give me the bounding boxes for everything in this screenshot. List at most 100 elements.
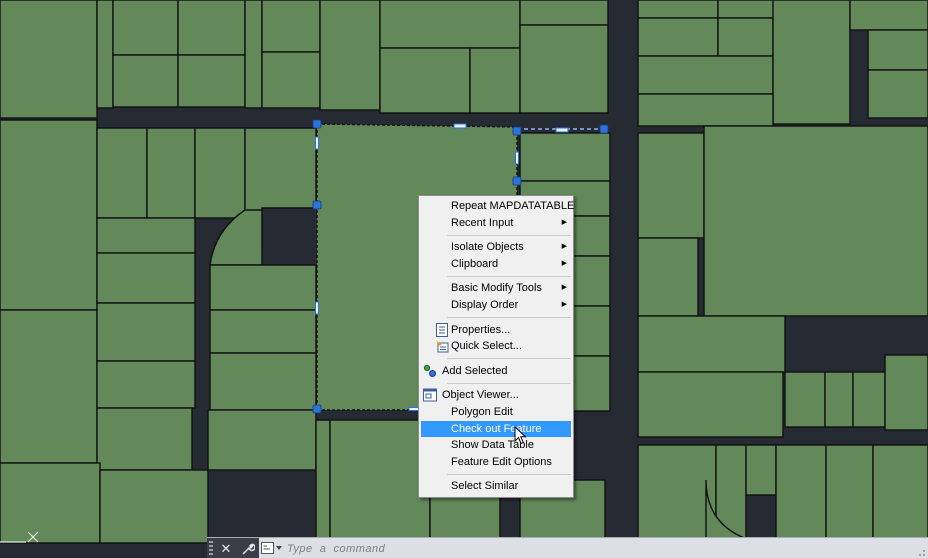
- submenu-arrow-icon: ▶: [561, 218, 567, 226]
- midpoint-grip[interactable]: [555, 127, 569, 133]
- parcel[interactable]: [96, 0, 114, 109]
- drawing-canvas[interactable]: Repeat MAPDATATABLE Recent Input ▶ Isolat…: [0, 0, 928, 558]
- parcel[interactable]: [99, 469, 209, 544]
- parcel[interactable]: [112, 0, 179, 56]
- midpoint-grip[interactable]: [453, 123, 467, 129]
- parcel[interactable]: [194, 127, 246, 219]
- parcel[interactable]: [379, 0, 521, 49]
- drag-handle-icon[interactable]: [207, 538, 215, 558]
- parcel[interactable]: [772, 0, 851, 125]
- midpoint-grip[interactable]: [315, 301, 319, 315]
- parcel[interactable]: [637, 237, 699, 317]
- vertex-grip[interactable]: [512, 126, 522, 136]
- parcel[interactable]: [519, 0, 609, 26]
- parcel[interactable]: [261, 51, 321, 109]
- parcel[interactable]: [261, 0, 321, 53]
- parcel[interactable]: [209, 264, 317, 311]
- parcel[interactable]: [637, 132, 705, 239]
- menu-item-isolate-objects[interactable]: Isolate Objects ▶: [419, 239, 573, 256]
- parcel[interactable]: [637, 444, 717, 544]
- menu-item-check-out-feature[interactable]: Check out Feature: [421, 420, 571, 438]
- parcel[interactable]: [519, 132, 611, 182]
- parcel[interactable]: [319, 0, 381, 111]
- parcel[interactable]: [637, 0, 719, 19]
- vertex-grip[interactable]: [599, 124, 609, 134]
- menu-separator: [447, 473, 571, 475]
- menu-item-feature-edit-options[interactable]: Feature Edit Options: [419, 454, 573, 471]
- parcel[interactable]: [96, 252, 196, 304]
- vertex-grip[interactable]: [312, 119, 322, 129]
- submenu-arrow-icon: ▶: [561, 243, 567, 251]
- parcel[interactable]: [96, 302, 196, 362]
- parcel[interactable]: [637, 55, 774, 95]
- menu-item-properties[interactable]: Properties...: [419, 322, 573, 339]
- parcel[interactable]: [96, 407, 193, 471]
- menu-item-show-data-table[interactable]: Show Data Table: [419, 437, 573, 454]
- parcel[interactable]: [244, 0, 263, 109]
- menu-item-object-viewer[interactable]: Object Viewer...: [419, 387, 573, 404]
- parcel[interactable]: [867, 29, 928, 71]
- parcel[interactable]: [872, 444, 928, 544]
- parcel[interactable]: [637, 17, 719, 57]
- parcel[interactable]: [825, 444, 874, 544]
- parcel[interactable]: [207, 409, 317, 471]
- parcel[interactable]: [0, 119, 98, 311]
- parcel[interactable]: [209, 309, 317, 354]
- parcel[interactable]: [717, 17, 774, 57]
- midpoint-grip[interactable]: [515, 151, 519, 165]
- menu-item-display-order[interactable]: Display Order ▶: [419, 297, 573, 314]
- parcel[interactable]: [784, 371, 826, 428]
- parcel[interactable]: [315, 419, 331, 544]
- vertex-grip[interactable]: [312, 404, 322, 414]
- parcel[interactable]: [824, 371, 854, 428]
- parcel[interactable]: [329, 419, 431, 544]
- resize-grip-icon[interactable]: [916, 547, 926, 557]
- submenu-arrow-icon: ▶: [561, 259, 567, 267]
- parcel[interactable]: [884, 354, 928, 431]
- parcel[interactable]: [209, 352, 317, 411]
- vertex-grip[interactable]: [312, 200, 322, 210]
- parcel[interactable]: [637, 315, 786, 373]
- close-icon[interactable]: ✕: [215, 538, 237, 558]
- menu-item-repeat-mapdatatable[interactable]: Repeat MAPDATATABLE: [419, 198, 574, 215]
- object-viewer-icon: [423, 388, 437, 402]
- parcel[interactable]: [379, 47, 471, 114]
- parcel[interactable]: [637, 93, 774, 127]
- menu-item-add-selected[interactable]: Add Selected: [419, 363, 573, 380]
- parcel[interactable]: [146, 127, 196, 219]
- properties-icon: [436, 322, 448, 337]
- menu-item-quick-select[interactable]: Quick Select...: [419, 338, 573, 355]
- parcel[interactable]: [96, 217, 196, 254]
- parcel[interactable]: [0, 0, 98, 119]
- parcel[interactable]: [775, 444, 827, 544]
- parcel[interactable]: [637, 371, 784, 438]
- vertex-grip[interactable]: [512, 176, 522, 186]
- command-input[interactable]: [285, 540, 889, 557]
- menu-separator: [447, 317, 571, 319]
- command-line[interactable]: ✕: [207, 537, 928, 558]
- add-selected-icon: [423, 364, 436, 377]
- parcel[interactable]: [96, 127, 148, 219]
- parcel[interactable]: [177, 54, 246, 108]
- context-menu[interactable]: Repeat MAPDATATABLE Recent Input ▶ Isolat…: [418, 195, 574, 498]
- parcel[interactable]: [703, 125, 928, 317]
- command-history-icon[interactable]: [261, 542, 283, 555]
- parcel[interactable]: [745, 444, 777, 496]
- parcel[interactable]: [852, 371, 886, 428]
- menu-separator: [447, 358, 571, 360]
- menu-item-basic-modify-tools[interactable]: Basic Modify Tools ▶: [419, 280, 573, 297]
- menu-item-recent-input[interactable]: Recent Input ▶: [419, 215, 573, 232]
- parcel[interactable]: [469, 47, 521, 114]
- parcel[interactable]: [519, 24, 609, 114]
- parcel[interactable]: [849, 0, 928, 31]
- parcel[interactable]: [0, 309, 98, 464]
- parcel[interactable]: [867, 69, 928, 119]
- menu-item-clipboard[interactable]: Clipboard ▶: [419, 256, 573, 273]
- parcel[interactable]: [96, 360, 196, 409]
- menu-item-polygon-edit[interactable]: Polygon Edit: [419, 404, 573, 421]
- parcel[interactable]: [112, 54, 179, 108]
- parcel[interactable]: [177, 0, 246, 56]
- midpoint-grip[interactable]: [315, 136, 319, 150]
- wrench-icon[interactable]: [237, 538, 259, 558]
- menu-item-select-similar[interactable]: Select Similar: [419, 478, 573, 495]
